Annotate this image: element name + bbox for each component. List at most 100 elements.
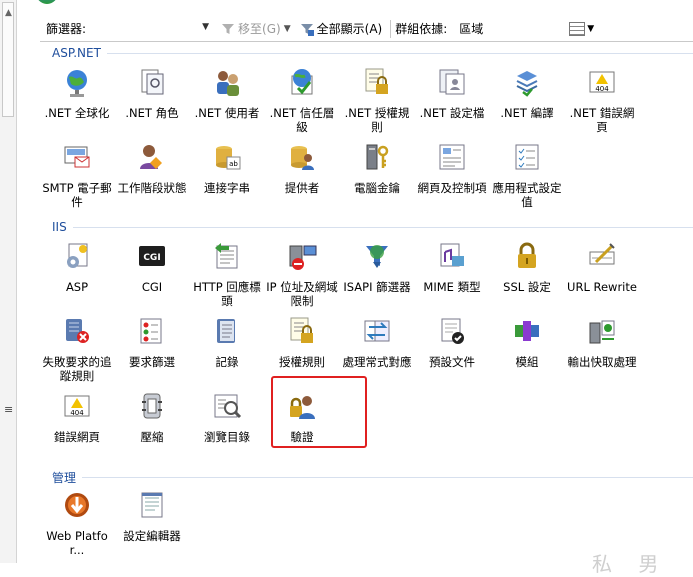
feature-tile[interactable]: 授權規則 [265,315,339,369]
feature-label: 應用程式設定值 [492,181,562,209]
feature-tile[interactable]: Web Platfor... [40,489,114,557]
feature-tile[interactable]: 404 錯誤網頁 [40,390,114,444]
compression-icon [142,393,162,419]
feature-label: 電腦金鑰 [354,181,400,195]
view-mode-button[interactable]: ▼ [569,21,594,36]
feature-tile[interactable]: CGI CGI [115,240,189,294]
feature-tile[interactable]: 要求篩選 [115,315,189,369]
show-all-label: 全部顯示(A) [316,22,383,36]
feature-toolbar: 篩選器: ▼ 移至(G) ▼ 全部顯示(A) 群組依據: 區域 ▼ [40,16,693,42]
failed-request-icon [66,319,89,343]
feature-tile[interactable]: .NET 信任層級 [265,66,339,134]
feature-tile[interactable]: ASP [40,240,114,294]
svg-text:ab: ab [229,160,238,168]
splitter-grip-icon[interactable]: ≡ [4,404,13,415]
profile-document-icon [439,69,465,95]
feature-label: 提供者 [284,181,320,195]
feature-tile[interactable]: .NET 使用者 [190,66,264,120]
feature-tile[interactable]: 記錄 [190,315,264,369]
chevron-down-icon[interactable]: ▼ [202,22,209,32]
feature-label: MIME 類型 [423,280,481,294]
feature-tile[interactable]: ISAPI 篩選器 [340,240,414,294]
feature-label: URL Rewrite [567,280,637,294]
feature-tile[interactable]: 處理常式對應 [340,315,414,369]
feature-tile[interactable]: 失敗要求的追蹤規則 [40,315,114,383]
feature-tile[interactable]: IP 位址及網域限制 [265,240,339,308]
feature-label: 壓縮 [140,430,164,444]
feature-tile[interactable]: ab 連接字串 [190,141,264,195]
authorization-rules-icon [290,317,313,343]
app-settings-icon [515,144,539,170]
asp-icon [67,243,88,268]
left-splitter[interactable]: ▲ ≡ [0,0,17,563]
feature-tile[interactable]: MIME 類型 [415,240,489,294]
error-pages-icon: 404 [64,395,90,417]
compilation-stack-icon [516,71,538,97]
ssl-lock-icon [518,242,536,268]
feature-label: 預設文件 [429,355,475,369]
feature-label: .NET 全球化 [44,106,110,120]
feature-tile[interactable]: 輸出快取處理 [565,315,639,369]
feature-label: .NET 信任層級 [269,106,335,134]
feature-label: 瀏覽目錄 [204,430,250,444]
feature-label: SSL 設定 [503,280,551,294]
feature-tile[interactable]: .NET 編譯 [490,66,564,120]
toolbar-separator [390,19,392,38]
feature-tile[interactable]: 設定編輯器 [115,489,189,543]
feature-tile[interactable]: HTTP 回應標頭 [190,240,264,308]
section-title-text: 管理 [52,471,77,485]
feature-tile[interactable]: URL Rewrite [565,240,639,294]
configuration-editor-icon [141,492,163,518]
filter-input[interactable]: ▼ [88,18,212,39]
feature-tile[interactable]: .NET 授權規則 [340,66,414,134]
globe-icon [67,70,87,97]
feature-tile[interactable]: 瀏覽目錄 [190,390,264,444]
default-document-icon [441,318,464,344]
feature-label: 錯誤網頁 [54,430,100,444]
provider-icon [291,146,314,170]
feature-tile[interactable]: SMTP 電子郵件 [40,141,114,209]
section-divider [72,226,693,228]
feature-tile[interactable]: 電腦金鑰 [340,141,414,195]
svg-text:CGI: CGI [143,253,160,263]
group-by-select[interactable]: 區域 [459,20,565,37]
feature-tile[interactable]: 模組 [490,315,564,369]
feature-tile[interactable]: 提供者 [265,141,339,195]
web-platform-icon [65,493,89,517]
filter-label: 篩選器: [46,22,87,36]
feature-tile[interactable]: 網頁及控制項 [415,141,489,195]
http-headers-icon [215,243,238,269]
feature-label: 設定編輯器 [123,529,181,543]
show-all-button[interactable]: 全部顯示(A) [299,20,383,37]
feature-tile[interactable]: 應用程式設定值 [490,141,564,209]
feature-label: 要求篩選 [129,355,175,369]
mime-type-icon [440,243,464,267]
chevron-down-icon[interactable]: ▼ [587,24,594,34]
feature-label: 失敗要求的追蹤規則 [42,355,112,383]
section-divider [82,477,693,478]
collapse-panel-button[interactable]: ▲ [2,2,14,117]
feature-tile[interactable]: SSL 設定 [490,240,564,294]
feature-tile[interactable]: 工作階段狀態 [115,141,189,195]
document-roles-icon [141,69,164,95]
ip-restriction-icon [289,245,317,270]
feature-tile[interactable]: .NET 設定檔 [415,66,489,120]
feature-tile[interactable]: .NET 全球化 [40,66,114,120]
feature-label: .NET 使用者 [194,106,260,120]
feature-label: CGI [141,280,163,294]
directory-browsing-icon [214,394,242,419]
feature-tile[interactable]: 壓縮 [115,390,189,444]
server-globe-icon [36,0,58,4]
feature-tile[interactable]: 預設文件 [415,315,489,369]
feature-label: HTTP 回應標頭 [193,280,261,308]
chevron-down-icon[interactable]: ▼ [284,24,291,34]
go-button[interactable]: 移至(G) ▼ [220,20,291,37]
url-rewrite-icon [589,243,615,265]
feature-tile[interactable]: .NET 角色 [115,66,189,120]
group-by-label: 群組依據: [395,22,448,36]
section-title: ASP.NET [52,46,693,60]
svg-text:404: 404 [595,85,609,93]
feature-label: 連接字串 [204,181,250,195]
isapi-filter-icon [366,245,388,268]
feature-tile[interactable]: 404 .NET 錯誤網頁 [565,66,639,134]
